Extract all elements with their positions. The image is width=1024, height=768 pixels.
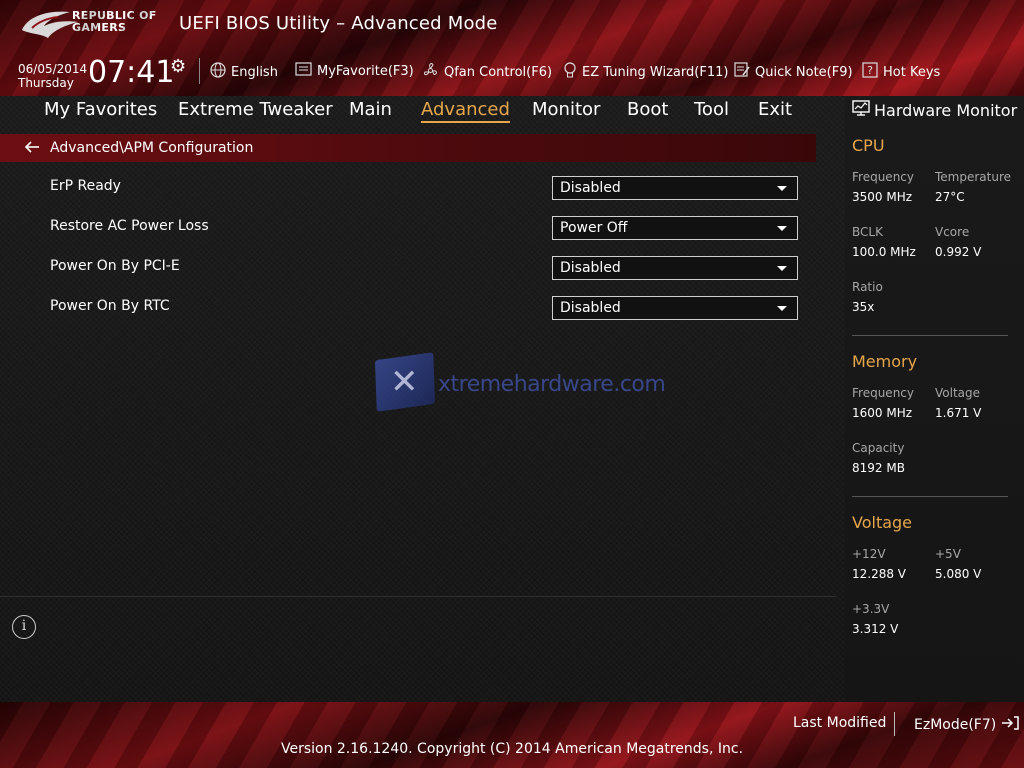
day-text: Thursday: [18, 76, 74, 90]
hardware-monitor-title: Hardware Monitor: [852, 100, 1017, 120]
myfavorite-label: MyFavorite(F3): [317, 63, 414, 79]
power-on-by-pcie-dropdown[interactable]: Disabled: [552, 256, 798, 280]
ratio-value: 35x: [852, 300, 875, 314]
note-icon: [734, 62, 750, 82]
memory-heading: Memory: [852, 352, 918, 371]
setting-label-power-on-by-pcie: Power On By PCI-E: [50, 258, 180, 274]
vcore-label: Vcore: [935, 225, 970, 239]
cpu-heading: CPU: [852, 136, 885, 155]
ez-tuning-label: EZ Tuning Wizard(F11): [582, 65, 729, 80]
divider: [0, 596, 836, 597]
cpu-temperature-label: Temperature: [935, 170, 1012, 184]
breadcrumb-path: Advanced\APM Configuration: [50, 140, 254, 156]
ezmode-label: EzMode(F7): [914, 717, 997, 733]
memory-voltage-value: 1.671 V: [935, 406, 982, 420]
v5-label: +5V: [935, 547, 961, 561]
tab-main[interactable]: Main: [349, 99, 392, 120]
language-label: English: [231, 64, 278, 80]
divider: [852, 496, 1008, 497]
ez-tuning-button[interactable]: EZ Tuning Wizard(F11): [563, 62, 728, 83]
date-display: 06/05/2014 Thursday: [18, 62, 87, 90]
help-icon: ?: [862, 62, 878, 82]
chevron-down-icon: [777, 186, 787, 191]
page-title: UEFI BIOS Utility – Advanced Mode: [179, 13, 498, 34]
cpu-temperature-value: 27°C: [935, 190, 965, 204]
power-on-by-rtc-dropdown[interactable]: Disabled: [552, 296, 798, 320]
back-arrow-icon[interactable]: [24, 139, 40, 157]
cpu-frequency-value: 3500 MHz: [852, 190, 913, 204]
v12-label: +12V: [852, 547, 886, 561]
dropdown-value: Disabled: [560, 260, 621, 276]
fan-icon: [422, 62, 439, 83]
clock: 07:41: [88, 55, 175, 90]
dropdown-value: Disabled: [560, 300, 621, 316]
tab-monitor[interactable]: Monitor: [532, 99, 600, 120]
hot-keys-button[interactable]: ? Hot Keys: [862, 62, 940, 82]
rog-logo: [22, 11, 78, 38]
main-tabs: My Favorites Extreme Tweaker Main Advanc…: [0, 96, 840, 132]
v33-label: +3.3V: [852, 602, 890, 616]
tab-extreme-tweaker[interactable]: Extreme Tweaker: [178, 99, 333, 120]
watermark-text: xtremehardware.com: [438, 372, 666, 397]
tab-exit[interactable]: Exit: [758, 99, 792, 120]
chevron-down-icon: [777, 306, 787, 311]
bclk-label: BCLK: [852, 225, 883, 239]
v5-value: 5.080 V: [935, 567, 982, 581]
setting-label-erp-ready: ErP Ready: [50, 178, 121, 194]
erp-ready-dropdown[interactable]: Disabled: [552, 176, 798, 200]
vcore-value: 0.992 V: [935, 245, 982, 259]
quick-note-button[interactable]: Quick Note(F9): [734, 62, 853, 82]
chevron-down-icon: [777, 266, 787, 271]
setting-label-restore-ac-power-loss: Restore AC Power Loss: [50, 218, 209, 234]
capacity-label: Capacity: [852, 441, 905, 455]
gear-icon[interactable]: ⚙: [170, 56, 186, 77]
cpu-frequency-label: Frequency: [852, 170, 914, 184]
svg-text:?: ?: [867, 64, 873, 77]
header: REPUBLIC OF GAMERS UEFI BIOS Utility – A…: [0, 0, 1024, 96]
divider: [894, 712, 895, 736]
qfan-button[interactable]: Qfan Control(F6): [422, 62, 552, 83]
last-modified-button[interactable]: Last Modified: [793, 715, 886, 731]
favorite-list-icon: [295, 62, 312, 80]
qfan-label: Qfan Control(F6): [444, 65, 553, 80]
ezmode-button[interactable]: EzMode(F7): [914, 715, 1020, 735]
v33-value: 3.312 V: [852, 622, 899, 636]
copyright-text: Version 2.16.1240. Copyright (C) 2014 Am…: [280, 741, 744, 757]
tab-boot[interactable]: Boot: [627, 99, 668, 120]
date-text: 06/05/2014: [18, 62, 88, 76]
ratio-label: Ratio: [852, 280, 883, 294]
memory-voltage-label: Voltage: [935, 386, 981, 400]
footer: [0, 702, 1024, 768]
restore-ac-power-loss-dropdown[interactable]: Power Off: [552, 216, 798, 240]
divider: [199, 58, 200, 84]
watermark-x-icon: ✕: [390, 362, 419, 402]
tab-my-favorites[interactable]: My Favorites: [44, 99, 157, 120]
bclk-value: 100.0 MHz: [852, 245, 916, 259]
lightbulb-icon: [563, 62, 577, 83]
tab-advanced[interactable]: Advanced: [421, 99, 510, 123]
globe-icon: [210, 62, 226, 82]
memory-frequency-value: 1600 MHz: [852, 406, 913, 420]
setting-label-power-on-by-rtc: Power On By RTC: [50, 298, 170, 314]
capacity-value: 8192 MB: [852, 461, 905, 475]
myfavorite-button[interactable]: MyFavorite(F3): [295, 62, 414, 80]
hardware-monitor-label: Hardware Monitor: [874, 100, 1018, 120]
dropdown-value: Disabled: [560, 180, 621, 196]
tab-tool[interactable]: Tool: [694, 99, 729, 120]
language-button[interactable]: English: [210, 62, 278, 82]
hot-keys-label: Hot Keys: [883, 64, 941, 80]
memory-frequency-label: Frequency: [852, 386, 914, 400]
monitor-icon: [852, 100, 870, 120]
divider: [852, 335, 1008, 336]
chevron-down-icon: [777, 226, 787, 231]
exit-arrow-icon: [1000, 715, 1020, 735]
quick-note-label: Quick Note(F9): [755, 64, 853, 80]
info-icon: i: [12, 615, 36, 639]
voltage-heading: Voltage: [852, 513, 913, 532]
dropdown-value: Power Off: [560, 220, 628, 236]
breadcrumb: Advanced\APM Configuration: [0, 134, 816, 162]
v12-value: 12.288 V: [852, 567, 907, 581]
